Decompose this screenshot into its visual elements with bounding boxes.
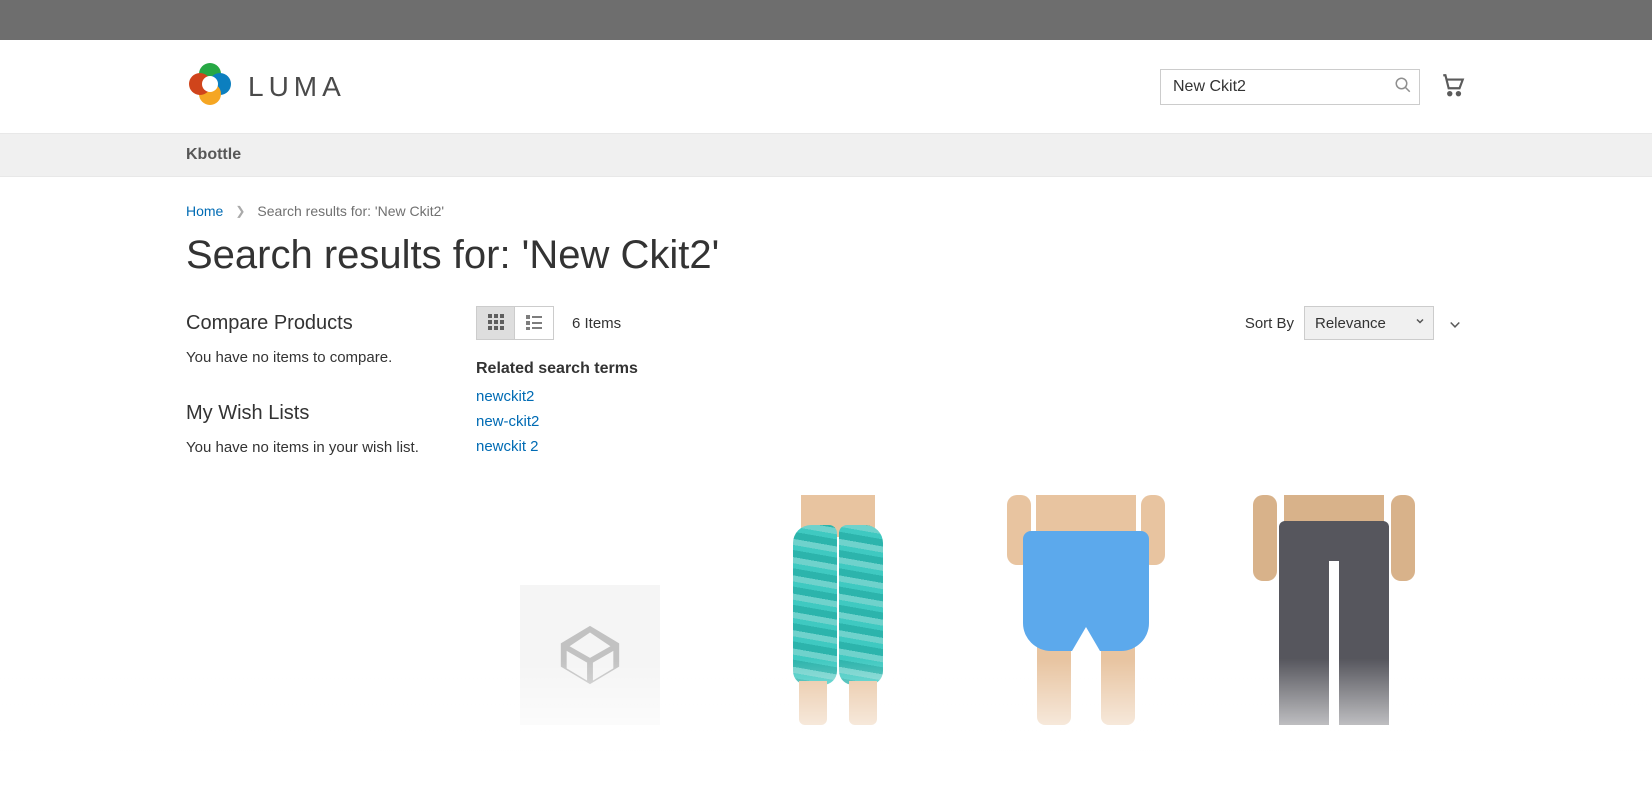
sort-by-label: Sort By <box>1245 315 1294 332</box>
product-placeholder-image <box>520 585 660 725</box>
search-box <box>1160 69 1420 105</box>
product-card[interactable] <box>724 495 952 725</box>
sidebar: Compare Products You have no items to co… <box>186 306 476 725</box>
wishlist-heading: My Wish Lists <box>186 402 446 425</box>
product-card[interactable] <box>1220 495 1448 725</box>
sort-by-select[interactable]: Relevance <box>1304 306 1434 340</box>
page-title: Search results for: 'New Ckit2' <box>186 233 1466 278</box>
product-image <box>1249 495 1419 725</box>
item-count: 6 Items <box>572 315 621 332</box>
main-nav: Kbottle <box>0 133 1652 177</box>
compare-products-empty: You have no items to compare. <box>186 349 446 366</box>
breadcrumb: Home ❯ Search results for: 'New Ckit2' <box>186 203 1466 219</box>
nav-item-kbottle[interactable]: Kbottle <box>186 146 241 163</box>
list-view-button[interactable] <box>515 307 553 339</box>
arrow-down-icon <box>1446 313 1464 334</box>
logo-link[interactable]: LUMA <box>186 60 346 113</box>
related-search-terms: Related search terms newckit2 new-ckit2 … <box>476 360 1466 455</box>
product-card[interactable] <box>476 495 704 725</box>
list-icon <box>526 314 542 333</box>
logo-text: LUMA <box>248 71 346 103</box>
cart-button[interactable] <box>1440 72 1466 101</box>
view-mode-switch <box>476 306 554 340</box>
product-grid <box>476 495 1466 725</box>
site-header: LUMA <box>186 40 1466 133</box>
top-gray-bar <box>0 0 1652 40</box>
chevron-right-icon: ❯ <box>235 204 245 218</box>
related-term-link[interactable]: newckit 2 <box>476 438 1466 455</box>
product-image <box>763 495 913 725</box>
product-card[interactable] <box>972 495 1200 725</box>
breadcrumb-current: Search results for: 'New Ckit2' <box>257 203 444 219</box>
wishlist-empty: You have no items in your wish list. <box>186 439 446 456</box>
related-term-link[interactable]: newckit2 <box>476 388 1466 405</box>
related-heading: Related search terms <box>476 360 1466 378</box>
compare-products-heading: Compare Products <box>186 312 446 335</box>
related-term-link[interactable]: new-ckit2 <box>476 413 1466 430</box>
product-image <box>1001 495 1171 725</box>
grid-view-button[interactable] <box>477 307 515 339</box>
search-input[interactable] <box>1160 69 1420 105</box>
cart-icon <box>1440 86 1466 101</box>
luma-logo-icon <box>186 60 234 113</box>
grid-icon <box>488 314 504 333</box>
search-submit-button[interactable] <box>1392 76 1414 98</box>
results-toolbar: 6 Items Sort By Relevance <box>476 306 1466 340</box>
breadcrumb-home[interactable]: Home <box>186 203 223 219</box>
search-icon <box>1394 76 1412 97</box>
main-content: 6 Items Sort By Relevance <box>476 306 1466 725</box>
sort-direction-button[interactable] <box>1444 312 1466 334</box>
